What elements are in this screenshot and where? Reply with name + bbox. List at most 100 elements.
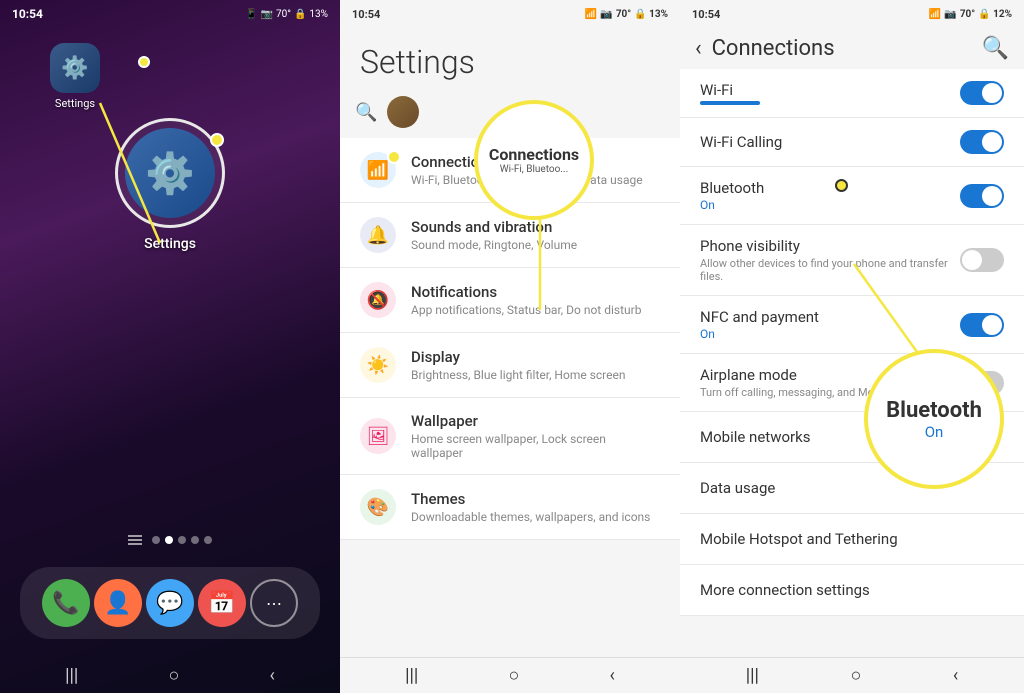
- connections-yellow-dot: [387, 150, 401, 164]
- status-bar-settings: 10:54 📶 📷 70° 🔒 13%: [340, 0, 680, 28]
- dock-messages[interactable]: 💬: [146, 579, 194, 627]
- sounds-text: Sounds and vibration Sound mode, Rington…: [411, 218, 577, 252]
- nav-home-settings[interactable]: ○: [508, 665, 519, 686]
- callout-sub: Wi-Fi, Bluetoo...: [500, 164, 568, 175]
- connections-header-left: ‹ Connections: [695, 36, 835, 61]
- menu-lines: [128, 535, 142, 545]
- notifications-title: Notifications: [411, 283, 641, 301]
- status-bar-conn: 10:54 📶 📷 70° 🔒 12%: [680, 0, 1024, 28]
- panel-connections: 10:54 📶 📷 70° 🔒 12% ‹ Connections 🔍 Wi-F…: [680, 0, 1024, 693]
- list-item-display[interactable]: ☀️ Display Brightness, Blue light filter…: [340, 333, 680, 398]
- wallpaper-subtitle: Home screen wallpaper, Lock screen wallp…: [411, 432, 660, 460]
- nav-recent-conn[interactable]: |||: [746, 665, 759, 686]
- settings-app-shortcut[interactable]: ⚙️ Settings: [50, 43, 100, 110]
- phone-visibility-toggle[interactable]: [960, 248, 1004, 272]
- nav-bar-home: ||| ○ ‹: [0, 657, 340, 693]
- wifi-signal-bar: [700, 101, 760, 105]
- yellow-dot-circle: [210, 133, 224, 147]
- circle-outline: ⚙️: [115, 118, 225, 228]
- hotspot-item[interactable]: Mobile Hotspot and Tethering: [680, 514, 1024, 565]
- home-dots: [128, 535, 212, 545]
- notifications-subtitle: App notifications, Status bar, Do not di…: [411, 303, 641, 317]
- data-usage-title: Data usage: [700, 479, 775, 497]
- panel-settings: 10:54 📶 📷 70° 🔒 13% Connections Wi-Fi, B…: [340, 0, 680, 693]
- back-button-conn[interactable]: ‹: [695, 36, 702, 61]
- nfc-item[interactable]: NFC and payment On: [680, 296, 1024, 354]
- mobile-networks-title: Mobile networks: [700, 428, 810, 446]
- phone-visibility-item[interactable]: Phone visibility Allow other devices to …: [680, 225, 1024, 296]
- bluetooth-yellow-dot: [835, 179, 848, 192]
- display-subtitle: Brightness, Blue light filter, Home scre…: [411, 368, 625, 382]
- nav-home-conn[interactable]: ○: [850, 665, 861, 686]
- dock-apps[interactable]: ⋯: [250, 579, 298, 627]
- bluetooth-item[interactable]: Bluetooth On: [680, 167, 1024, 225]
- bt-callout-on: On: [925, 423, 944, 441]
- phone-visibility-left: Phone visibility Allow other devices to …: [700, 237, 960, 283]
- connections-header: ‹ Connections 🔍: [680, 28, 1024, 69]
- search-button-conn[interactable]: 🔍: [982, 36, 1009, 61]
- wifi-calling-item[interactable]: Wi-Fi Calling: [680, 118, 1024, 167]
- nav-back-home[interactable]: ‹: [269, 665, 274, 686]
- nav-home-home[interactable]: ○: [168, 665, 179, 686]
- nav-recent-home[interactable]: |||: [65, 665, 78, 686]
- nfc-status: On: [700, 327, 819, 341]
- settings-icon-small: ⚙️: [50, 43, 100, 93]
- settings-page-title: Settings: [340, 28, 680, 91]
- wifi-item-left: Wi-Fi: [700, 81, 760, 105]
- notifications-icon: 🔕: [360, 282, 396, 318]
- sounds-title: Sounds and vibration: [411, 218, 577, 236]
- themes-subtitle: Downloadable themes, wallpapers, and ico…: [411, 510, 650, 524]
- dock-contacts[interactable]: 👤: [94, 579, 142, 627]
- connections-page-title: Connections: [712, 36, 835, 61]
- list-item-themes[interactable]: 🎨 Themes Downloadable themes, wallpapers…: [340, 475, 680, 540]
- nav-back-settings[interactable]: ‹: [609, 665, 614, 686]
- wallpaper-icon: 🖼: [360, 418, 396, 454]
- settings-circle[interactable]: ⚙️ Settings: [115, 118, 225, 252]
- callout-title: Connections: [489, 145, 579, 164]
- search-icon-settings[interactable]: 🔍: [355, 102, 377, 123]
- display-text: Display Brightness, Blue light filter, H…: [411, 348, 625, 382]
- list-item-notifications[interactable]: 🔕 Notifications App notifications, Statu…: [340, 268, 680, 333]
- phone-visibility-desc: Allow other devices to find your phone a…: [700, 257, 960, 283]
- connections-icon-wrapper: 📶: [360, 152, 396, 188]
- dock: 📞 👤 💬 📅 ⋯: [20, 567, 320, 639]
- nav-bar-settings-inner: ||| ○ ‹: [340, 657, 680, 693]
- connections-callout: Connections Wi-Fi, Bluetoo...: [474, 100, 594, 220]
- wifi-item[interactable]: Wi-Fi: [680, 69, 1024, 118]
- wallpaper-title: Wallpaper: [411, 412, 660, 430]
- themes-icon: 🎨: [360, 489, 396, 525]
- bt-callout-title: Bluetooth: [886, 398, 982, 423]
- bluetooth-status: On: [700, 198, 764, 212]
- wallpaper-text: Wallpaper Home screen wallpaper, Lock sc…: [411, 412, 660, 460]
- page-indicator-row: [128, 535, 212, 557]
- nav-recent-settings[interactable]: |||: [405, 665, 418, 686]
- more-conn-item[interactable]: More connection settings: [680, 565, 1024, 616]
- list-item-wallpaper[interactable]: 🖼 Wallpaper Home screen wallpaper, Lock …: [340, 398, 680, 475]
- nfc-toggle[interactable]: [960, 313, 1004, 337]
- more-conn-title: More connection settings: [700, 581, 870, 599]
- wifi-calling-toggle[interactable]: [960, 130, 1004, 154]
- wifi-title: Wi-Fi: [700, 81, 760, 99]
- bluetooth-title: Bluetooth: [700, 179, 764, 197]
- status-icons-home: 📱 📷 70° 🔒 13%: [245, 9, 328, 20]
- sounds-icon: 🔔: [360, 217, 396, 253]
- dot2-active: [165, 536, 173, 544]
- status-icons-settings: 📶 📷 70° 🔒 13%: [585, 9, 668, 20]
- dot4: [191, 536, 199, 544]
- user-avatar[interactable]: [387, 96, 419, 128]
- bluetooth-callout: Bluetooth On: [864, 349, 1004, 489]
- settings-large-icon: ⚙️: [125, 128, 215, 218]
- status-bar-home: 10:54 📱 📷 70° 🔒 13%: [0, 0, 340, 28]
- wifi-toggle[interactable]: [960, 81, 1004, 105]
- nav-back-conn[interactable]: ‹: [953, 665, 958, 686]
- dock-phone[interactable]: 📞: [42, 579, 90, 627]
- bluetooth-item-left: Bluetooth On: [700, 179, 764, 212]
- wifi-calling-left: Wi-Fi Calling: [700, 133, 782, 151]
- dot5: [204, 536, 212, 544]
- dock-calendar[interactable]: 📅: [198, 579, 246, 627]
- wifi-calling-title: Wi-Fi Calling: [700, 133, 782, 151]
- bluetooth-toggle[interactable]: [960, 184, 1004, 208]
- home-content: ⚙️ Settings ⚙️ Settings: [0, 28, 340, 657]
- dot3: [178, 536, 186, 544]
- time-settings: 10:54: [352, 8, 380, 21]
